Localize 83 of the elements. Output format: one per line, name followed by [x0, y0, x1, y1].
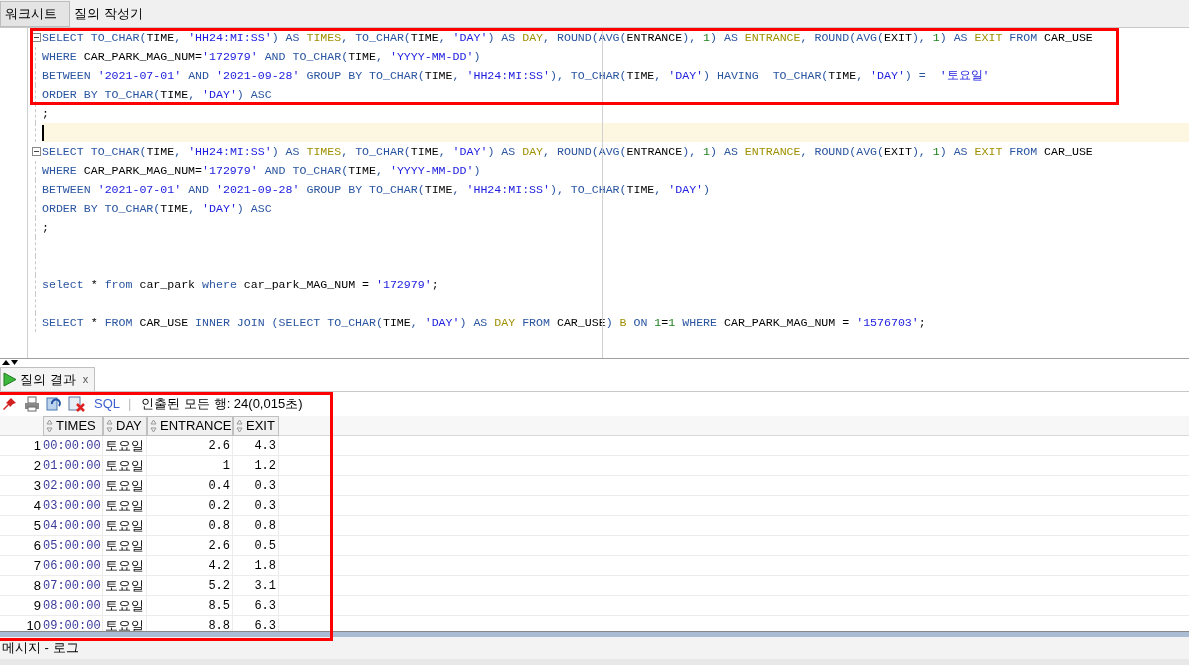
log-panel-title: 메시지 - 로그 [2, 639, 79, 658]
code-text: ORDER BY TO_CHAR(TIME, 'DAY') ASC [42, 87, 272, 103]
table-cell: 04:00:00 [43, 516, 103, 535]
row-number: 2 [32, 457, 42, 475]
column-header[interactable]: ENTRANCE [147, 416, 233, 436]
sql-link[interactable]: SQL [92, 394, 122, 414]
column-header[interactable]: DAY [103, 416, 147, 436]
editor-tab[interactable]: 워크시트 [0, 1, 70, 27]
table-cell: 토요일 [103, 556, 147, 575]
table-cell: 2.6 [147, 536, 233, 555]
table-cell: 1.8 [233, 556, 279, 575]
code-text: SELECT TO_CHAR(TIME, 'HH24:MI:SS') AS TIMES, TO_CHAR(TIME, 'DAY') AS DAY, ROUND(AVG(ENTRANCE), 1) AS ENTRANCE, ROUND(AVG(EXIT), 1) AS EXIT FROM CAR_USE [42, 30, 1093, 46]
table-cell: 8.5 [147, 596, 233, 615]
delete-icon[interactable] [68, 396, 86, 412]
table-cell: 3.1 [233, 576, 279, 595]
table-cell: 토요일 [103, 576, 147, 595]
fold-icon[interactable] [32, 147, 41, 156]
row-number: 3 [32, 477, 42, 495]
row-number: 1 [32, 437, 42, 455]
sort-icon [106, 419, 113, 433]
code-text: BETWEEN '2021-07-01' AND '2021-09-28' GROUP BY TO_CHAR(TIME, 'HH24:MI:SS'), TO_CHAR(TIME, 'DAY') HAVING TO_CHAR(TIME, 'DAY') = '토요일' [42, 68, 990, 84]
table-cell: 4.2 [147, 556, 233, 575]
table-cell: 토요일 [103, 436, 147, 455]
code-text: SELECT * FROM CAR_USE INNER JOIN (SELECT TO_CHAR(TIME, 'DAY') AS DAY FROM CAR_USE) B ON 1=1 WHERE CAR_PARK_MAG_NUM = '1576703'; [42, 315, 926, 331]
pin-icon[interactable] [2, 396, 18, 412]
table-cell: 토요일 [103, 456, 147, 475]
table-cell: 05:00:00 [43, 536, 103, 555]
table-cell: 토요일 [103, 476, 147, 495]
sort-icon [46, 419, 53, 433]
row-number: 9 [32, 597, 42, 615]
status-text: 인출된 모든 행: 24(0,015초) [141, 395, 303, 414]
row-number: 6 [32, 537, 42, 555]
code-text: ORDER BY TO_CHAR(TIME, 'DAY') ASC [42, 201, 272, 217]
row-number: 5 [32, 517, 42, 535]
results-tab[interactable]: 질의 결과 x [0, 367, 96, 391]
code-text: ; [42, 220, 49, 236]
sort-icon [236, 419, 243, 433]
table-cell: 0.3 [233, 496, 279, 515]
table-cell: 토요일 [103, 496, 147, 515]
table-cell: 06:00:00 [43, 556, 103, 575]
row-number: 10 [25, 617, 42, 631]
sort-icon [150, 419, 157, 433]
column-header[interactable]: TIMES [43, 416, 103, 436]
fold-icon[interactable] [32, 33, 41, 42]
table-cell: 0.5 [233, 536, 279, 555]
table-cell: 0.4 [147, 476, 233, 495]
column-header[interactable]: EXIT [233, 416, 279, 436]
table-cell: 08:00:00 [43, 596, 103, 615]
code-text: select * from car_park where car_park_MAG_NUM = '172979'; [42, 277, 439, 293]
table-cell: 4.3 [233, 436, 279, 455]
table-cell: 0.3 [233, 476, 279, 495]
play-icon [3, 372, 17, 387]
table-cell: 토요일 [103, 516, 147, 535]
code-text: ; [42, 106, 49, 122]
toolbar-separator: | [128, 395, 132, 414]
row-number: 8 [32, 577, 42, 595]
table-cell: 02:00:00 [43, 476, 103, 495]
table-cell: 토요일 [103, 536, 147, 555]
code-text: SELECT TO_CHAR(TIME, 'HH24:MI:SS') AS TIMES, TO_CHAR(TIME, 'DAY') AS DAY, ROUND(AVG(ENTRANCE), 1) AS ENTRANCE, ROUND(AVG(EXIT), 1) AS EXIT FROM CAR_USE [42, 144, 1093, 160]
table-cell: 1 [147, 456, 233, 475]
refresh-icon[interactable] [46, 396, 62, 412]
code-text: WHERE CAR_PARK_MAG_NUM='172979' AND TO_CHAR(TIME, 'YYYY-MM-DD') [42, 163, 481, 179]
table-cell: 0.2 [147, 496, 233, 515]
table-cell: 1.2 [233, 456, 279, 475]
table-cell: 6.3 [233, 596, 279, 615]
close-button[interactable]: x [78, 371, 93, 388]
print-icon[interactable] [24, 396, 40, 412]
table-cell: 07:00:00 [43, 576, 103, 595]
code-text: WHERE CAR_PARK_MAG_NUM='172979' AND TO_CHAR(TIME, 'YYYY-MM-DD') [42, 49, 481, 65]
table-cell: 0.8 [233, 516, 279, 535]
text-cursor [42, 124, 44, 141]
row-number: 7 [32, 557, 42, 575]
table-cell: 5.2 [147, 576, 233, 595]
table-cell: 03:00:00 [43, 496, 103, 515]
table-cell: 01:00:00 [43, 456, 103, 475]
code-text: BETWEEN '2021-07-01' AND '2021-09-28' GROUP BY TO_CHAR(TIME, 'HH24:MI:SS'), TO_CHAR(TIME, 'DAY') [42, 182, 711, 198]
table-cell: 0.8 [147, 516, 233, 535]
table-cell: 토요일 [103, 596, 147, 615]
table-cell: 00:00:00 [43, 436, 103, 455]
collapse-arrows-icon[interactable] [1, 359, 19, 366]
row-number: 4 [32, 497, 42, 515]
table-cell: 2.6 [147, 436, 233, 455]
results-tab-label: 질의 결과 [20, 370, 76, 389]
